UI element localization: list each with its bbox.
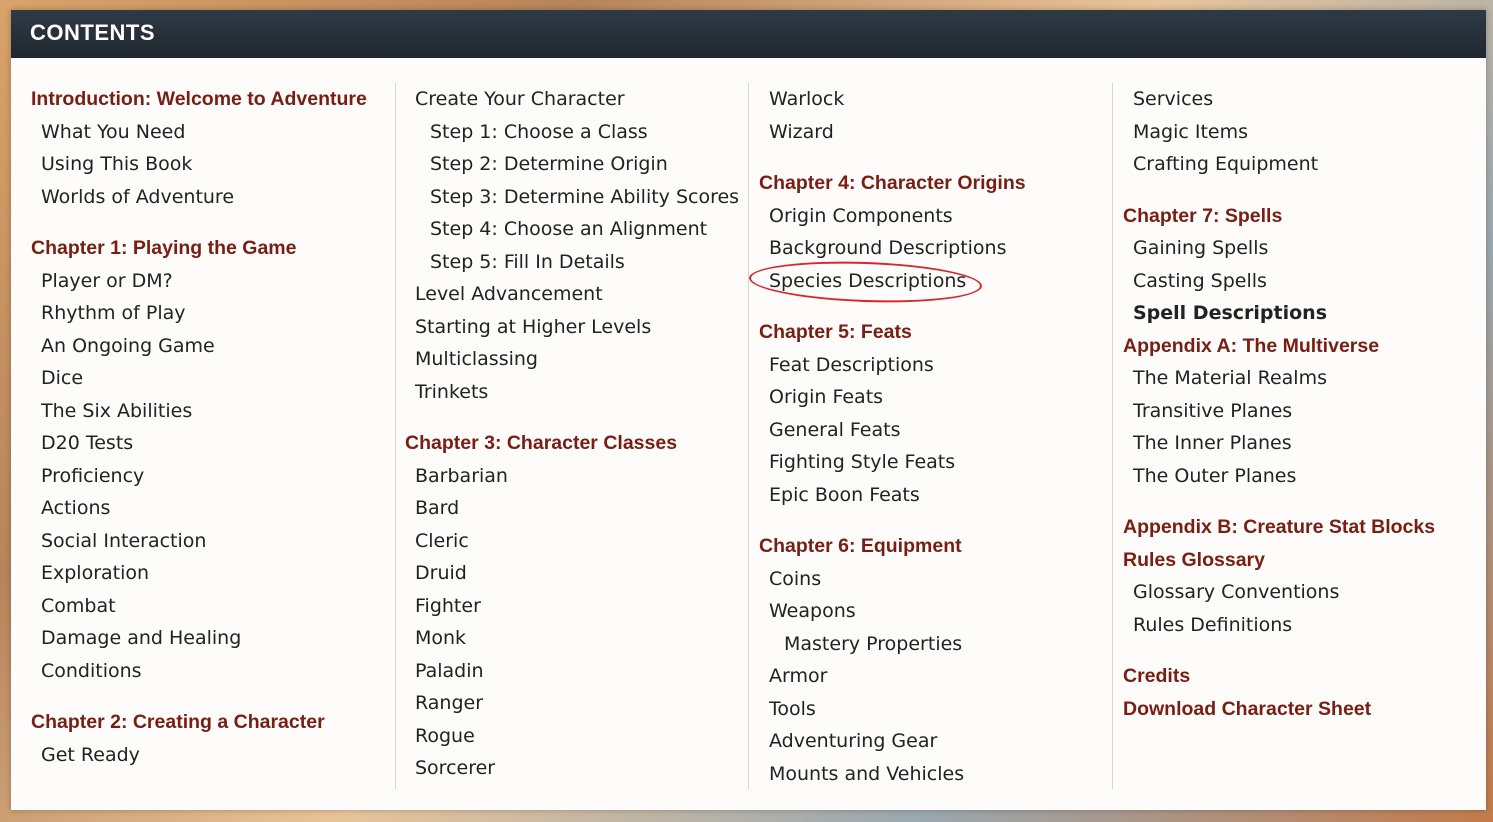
toc-link-gaining-spells[interactable]: Gaining Spells [1123, 232, 1485, 265]
toc-link-step-3-determine-ability-scores[interactable]: Step 3: Determine Ability Scores [405, 181, 767, 214]
toc-link-barbarian[interactable]: Barbarian [405, 460, 767, 493]
toc-link-step-2-determine-origin[interactable]: Step 2: Determine Origin [405, 148, 767, 181]
toc-link-combat[interactable]: Combat [31, 590, 393, 623]
toc-chapter-link-appendix-b-creature-stat-blocks[interactable]: Appendix B: Creature Stat Blocks [1123, 511, 1485, 544]
toc-link-monk[interactable]: Monk [405, 622, 767, 655]
toc-link-magic-items[interactable]: Magic Items [1123, 116, 1485, 149]
toc-link-background-descriptions[interactable]: Background Descriptions [759, 232, 1121, 265]
toc-chapter-link-chapter-2-creating-a-character[interactable]: Chapter 2: Creating a Character [31, 706, 393, 739]
toc-chapter-link-chapter-4-character-origins[interactable]: Chapter 4: Character Origins [759, 167, 1121, 200]
toc-link-the-inner-planes[interactable]: The Inner Planes [1123, 427, 1485, 460]
toc-link-rhythm-of-play[interactable]: Rhythm of Play [31, 297, 393, 330]
toc-link-what-you-need[interactable]: What You Need [31, 116, 393, 149]
toc-link-trinkets[interactable]: Trinkets [405, 376, 767, 409]
toc-link-armor[interactable]: Armor [759, 660, 1121, 693]
toc-link-social-interaction[interactable]: Social Interaction [31, 525, 393, 558]
toc-link-adventuring-gear[interactable]: Adventuring Gear [759, 725, 1121, 758]
toc-link-fighter[interactable]: Fighter [405, 590, 767, 623]
toc-link-step-4-choose-an-alignment[interactable]: Step 4: Choose an Alignment [405, 213, 767, 246]
toc-link-glossary-conventions[interactable]: Glossary Conventions [1123, 576, 1485, 609]
toc-column-1: Introduction: Welcome to Adventure What Y… [31, 83, 393, 771]
circled-link-label: Species Descriptions [769, 269, 967, 292]
toc-chapter-link-rules-glossary[interactable]: Rules Glossary [1123, 544, 1485, 577]
toc-link-create-your-character[interactable]: Create Your Character [405, 83, 767, 116]
toc-link-services[interactable]: Services [1123, 83, 1485, 116]
toc-chapter-link-chapter-3-character-classes[interactable]: Chapter 3: Character Classes [405, 427, 767, 460]
toc-link-rogue[interactable]: Rogue [405, 720, 767, 753]
toc-chapter-link-appendix-a-the-multiverse[interactable]: Appendix A: The Multiverse [1123, 330, 1485, 363]
toc-column-3: Warlock Wizard Chapter 4: Character Origin… [748, 83, 1121, 789]
toc-link-druid[interactable]: Druid [405, 557, 767, 590]
toc-link-starting-at-higher-levels[interactable]: Starting at Higher Levels [405, 311, 767, 344]
toc-link-spell-descriptions[interactable]: Spell Descriptions [1123, 297, 1485, 330]
toc-link-mounts-and-vehicles[interactable]: Mounts and Vehicles [759, 758, 1121, 791]
toc-chapter-link-introduction-welcome-to-adventure[interactable]: Introduction: Welcome to Adventure [31, 83, 393, 116]
toc-link-step-5-fill-in-details[interactable]: Step 5: Fill In Details [405, 246, 767, 279]
toc-link-damage-and-healing[interactable]: Damage and Healing [31, 622, 393, 655]
toc-link-the-outer-planes[interactable]: The Outer Planes [1123, 460, 1485, 493]
toc-link-d20-tests[interactable]: D20 Tests [31, 427, 393, 460]
toc-link-tools[interactable]: Tools [759, 693, 1121, 726]
toc-link-rules-definitions[interactable]: Rules Definitions [1123, 609, 1485, 642]
toc-link-paladin[interactable]: Paladin [405, 655, 767, 688]
toc-column-2: Create Your Character Step 1: Choose a Cl… [395, 83, 767, 789]
toc-link-sorcerer[interactable]: Sorcerer [405, 752, 767, 785]
toc-link-worlds-of-adventure[interactable]: Worlds of Adventure [31, 181, 393, 214]
toc-link-an-ongoing-game[interactable]: An Ongoing Game [31, 330, 393, 363]
toc-link-get-ready[interactable]: Get Ready [31, 739, 393, 772]
toc-link-fighting-style-feats[interactable]: Fighting Style Feats [759, 446, 1121, 479]
toc-chapter-link-download-character-sheet[interactable]: Download Character Sheet [1123, 693, 1485, 726]
toc-link-transitive-planes[interactable]: Transitive Planes [1123, 395, 1485, 428]
contents-header: CONTENTS [11, 10, 1486, 58]
toc-chapter-link-chapter-6-equipment[interactable]: Chapter 6: Equipment [759, 530, 1121, 563]
toc-link-level-advancement[interactable]: Level Advancement [405, 278, 767, 311]
toc-link-cleric[interactable]: Cleric [405, 525, 767, 558]
toc-link-multiclassing[interactable]: Multiclassing [405, 343, 767, 376]
toc-link-mastery-properties[interactable]: Mastery Properties [759, 628, 1121, 661]
toc-link-the-material-realms[interactable]: The Material Realms [1123, 362, 1485, 395]
toc-link-warlock[interactable]: Warlock [759, 83, 1121, 116]
toc-link-step-1-choose-a-class[interactable]: Step 1: Choose a Class [405, 116, 767, 149]
toc-link-general-feats[interactable]: General Feats [759, 414, 1121, 447]
toc-link-weapons[interactable]: Weapons [759, 595, 1121, 628]
toc-link-coins[interactable]: Coins [759, 563, 1121, 596]
toc-chapter-link-chapter-1-playing-the-game[interactable]: Chapter 1: Playing the Game [31, 232, 393, 265]
toc-link-conditions[interactable]: Conditions [31, 655, 393, 688]
toc-link-dice[interactable]: Dice [31, 362, 393, 395]
toc-chapter-link-chapter-5-feats[interactable]: Chapter 5: Feats [759, 316, 1121, 349]
toc-link-player-or-dm[interactable]: Player or DM? [31, 265, 393, 298]
toc-chapter-link-chapter-7-spells[interactable]: Chapter 7: Spells [1123, 200, 1485, 233]
toc-link-bard[interactable]: Bard [405, 492, 767, 525]
toc-link-ranger[interactable]: Ranger [405, 687, 767, 720]
toc-link-origin-feats[interactable]: Origin Feats [759, 381, 1121, 414]
toc-link-crafting-equipment[interactable]: Crafting Equipment [1123, 148, 1485, 181]
toc-link-origin-components[interactable]: Origin Components [759, 200, 1121, 233]
toc-link-using-this-book[interactable]: Using This Book [31, 148, 393, 181]
toc-link-species-descriptions[interactable]: Species Descriptions [748, 257, 1121, 306]
toc-link-wizard[interactable]: Wizard [759, 116, 1121, 149]
contents-panel: CONTENTS Introduction: Welcome to Advent… [11, 10, 1486, 810]
contents-title: CONTENTS [30, 20, 155, 45]
toc-link-proficiency[interactable]: Proficiency [31, 460, 393, 493]
toc-column-4: Services Magic Items Crafting Equipment Cha… [1112, 83, 1485, 789]
toc-link-exploration[interactable]: Exploration [31, 557, 393, 590]
toc-link-actions[interactable]: Actions [31, 492, 393, 525]
toc-link-epic-boon-feats[interactable]: Epic Boon Feats [759, 479, 1121, 512]
toc-link-the-six-abilities[interactable]: The Six Abilities [31, 395, 393, 428]
toc-link-feat-descriptions[interactable]: Feat Descriptions [759, 349, 1121, 382]
toc-link-casting-spells[interactable]: Casting Spells [1123, 265, 1485, 298]
toc-chapter-link-credits[interactable]: Credits [1123, 660, 1485, 693]
